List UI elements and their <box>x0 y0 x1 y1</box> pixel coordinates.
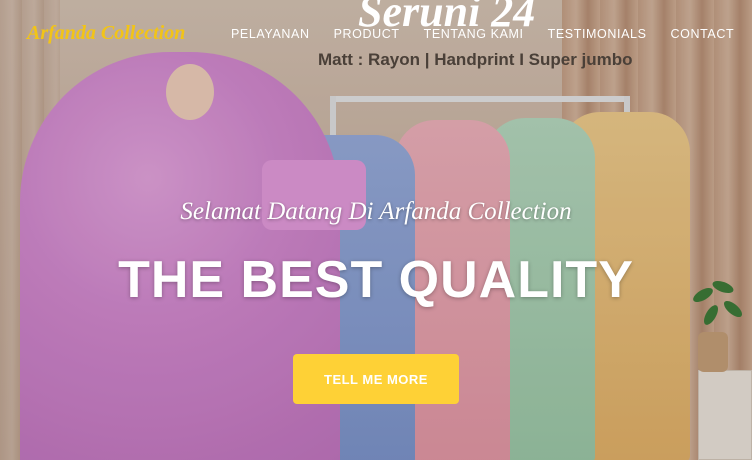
nav-item-tentang-kami[interactable]: TENTANG KAMI <box>424 27 524 41</box>
hero-section: Seruni 24 Matt : Rayon | Handprint I Sup… <box>0 0 752 460</box>
product-spec: Matt : Rayon | Handprint I Super jumbo <box>318 50 633 69</box>
nav-item-contact[interactable]: CONTACT <box>671 27 735 41</box>
brand-logo[interactable]: Arfanda Collection <box>27 22 185 45</box>
nav-item-testimonials[interactable]: TESTIMONIALS <box>548 27 647 41</box>
welcome-subheading: Selamat Datang Di Arfanda Collection <box>180 198 572 225</box>
hero-headline: THE BEST QUALITY <box>118 251 634 309</box>
nav-item-product[interactable]: PRODUCT <box>334 27 400 41</box>
main-nav: PELAYANAN PRODUCT TENTANG KAMI TESTIMONI… <box>231 27 734 41</box>
tell-me-more-button[interactable]: TELL ME MORE <box>293 354 459 404</box>
nav-item-pelayanan[interactable]: PELAYANAN <box>231 27 310 41</box>
